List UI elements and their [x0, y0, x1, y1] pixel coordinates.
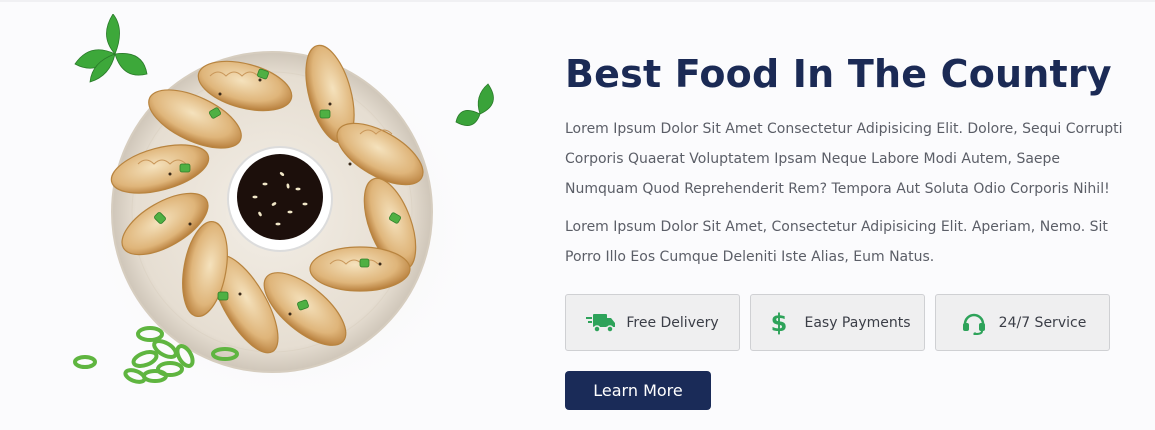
truck-icon — [586, 310, 616, 336]
dumplings-plate-image — [60, 14, 530, 424]
feature-label: 24/7 Service — [998, 314, 1087, 331]
section-title: Best Food In The Country — [565, 52, 1112, 96]
feature-easy-payments[interactable]: $ Easy Payments — [750, 294, 925, 351]
feature-label: Free Delivery — [626, 314, 719, 331]
section-paragraph-2: Lorem Ipsum Dolor Sit Amet, Consectetur … — [565, 219, 1108, 265]
top-divider — [0, 0, 1155, 2]
feature-label: Easy Payments — [804, 314, 911, 331]
headset-icon — [959, 310, 989, 336]
feature-free-delivery[interactable]: Free Delivery — [565, 294, 740, 351]
svg-text:$: $ — [771, 310, 787, 336]
feature-24-7-service[interactable]: 24/7 Service — [935, 294, 1110, 351]
about-section: Best Food In The Country Lorem Ipsum Dol… — [565, 48, 1125, 410]
feature-list: Free Delivery $ Easy Payments 24/7 Servi… — [565, 294, 1125, 351]
learn-more-button[interactable]: Learn More — [565, 371, 711, 410]
dollar-icon: $ — [764, 310, 794, 336]
section-paragraph-1: Lorem Ipsum Dolor Sit Amet Consectetur A… — [565, 121, 1123, 197]
